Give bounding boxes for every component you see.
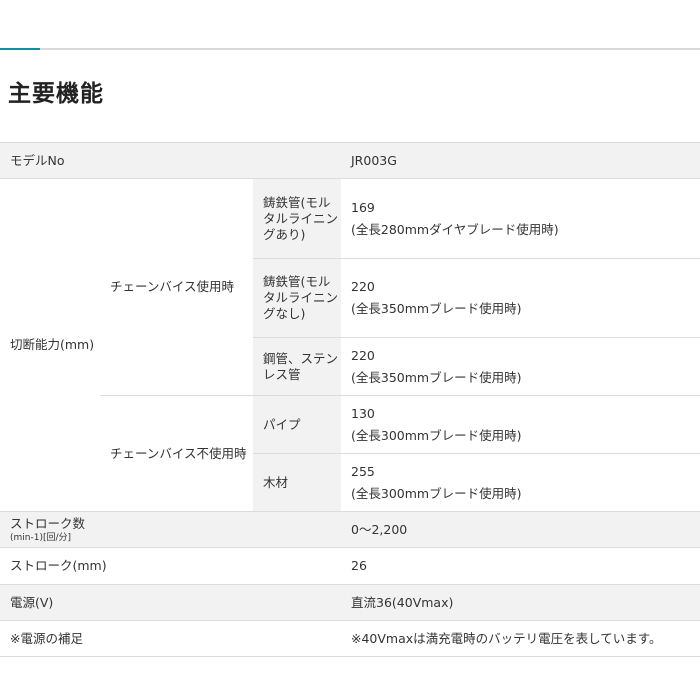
item-label: パイプ <box>253 395 341 454</box>
item-value: 130 (全長300mmブレード使用時) <box>341 395 700 454</box>
table-row-stroke-rate: ストローク数 (min-1)[回/分] 0〜2,200 <box>0 511 700 548</box>
item-label: 鋳鉄管(モル タルライニン グなし) <box>253 258 341 338</box>
item-value: 220 (全長350mmブレード使用時) <box>341 337 700 396</box>
stroke-rate-value: 0〜2,200 <box>341 511 700 548</box>
with-vise-label: チェーンバイス使用時 <box>100 178 253 396</box>
table-row: チェーンバイス不使用時 パイプ 130 (全長300mmブレード使用時) <box>0 395 700 512</box>
power-note-label: ※電源の補足 <box>0 620 341 657</box>
item-label: 木材 <box>253 453 341 512</box>
stroke-rate-label: ストローク数 (min-1)[回/分] <box>0 511 341 548</box>
item-label: 鋳鉄管(モル タルライニン グあり) <box>253 178 341 259</box>
table-row-model: モデルNo JR003G <box>0 142 700 179</box>
model-value: JR003G <box>341 142 700 179</box>
power-note-value: ※40Vmaxは満充電時のバッテリ電圧を表しています。 <box>341 620 700 657</box>
stroke-label: ストローク(mm) <box>0 547 341 585</box>
item-value: 255 (全長300mmブレード使用時) <box>341 453 700 512</box>
top-divider <box>0 48 700 50</box>
table-row-power: 電源(V) 直流36(40Vmax) <box>0 584 700 621</box>
item-value: 220 (全長350mmブレード使用時) <box>341 258 700 338</box>
spec-table: モデルNo JR003G 切断能力(mm) チェーンバイス使用時 鋳鉄管(モル … <box>0 142 700 657</box>
item-label: 鋼管、ステン レス管 <box>253 337 341 396</box>
without-vise-label: チェーンバイス不使用時 <box>100 395 253 512</box>
item-value: 169 (全長280mmダイヤブレード使用時) <box>341 178 700 259</box>
cutting-capacity-label: 切断能力(mm) <box>0 178 100 512</box>
table-row-power-note: ※電源の補足 ※40Vmaxは満充電時のバッテリ電圧を表しています。 <box>0 620 700 657</box>
stroke-value: 26 <box>341 547 700 585</box>
power-label: 電源(V) <box>0 584 341 621</box>
table-row: 切断能力(mm) チェーンバイス使用時 鋳鉄管(モル タルライニン グあり) 1… <box>0 178 700 512</box>
model-label: モデルNo <box>0 142 341 179</box>
power-value: 直流36(40Vmax) <box>341 584 700 621</box>
table-row-stroke: ストローク(mm) 26 <box>0 547 700 585</box>
section-title: 主要機能 <box>8 81 104 107</box>
top-divider-accent <box>0 48 40 50</box>
